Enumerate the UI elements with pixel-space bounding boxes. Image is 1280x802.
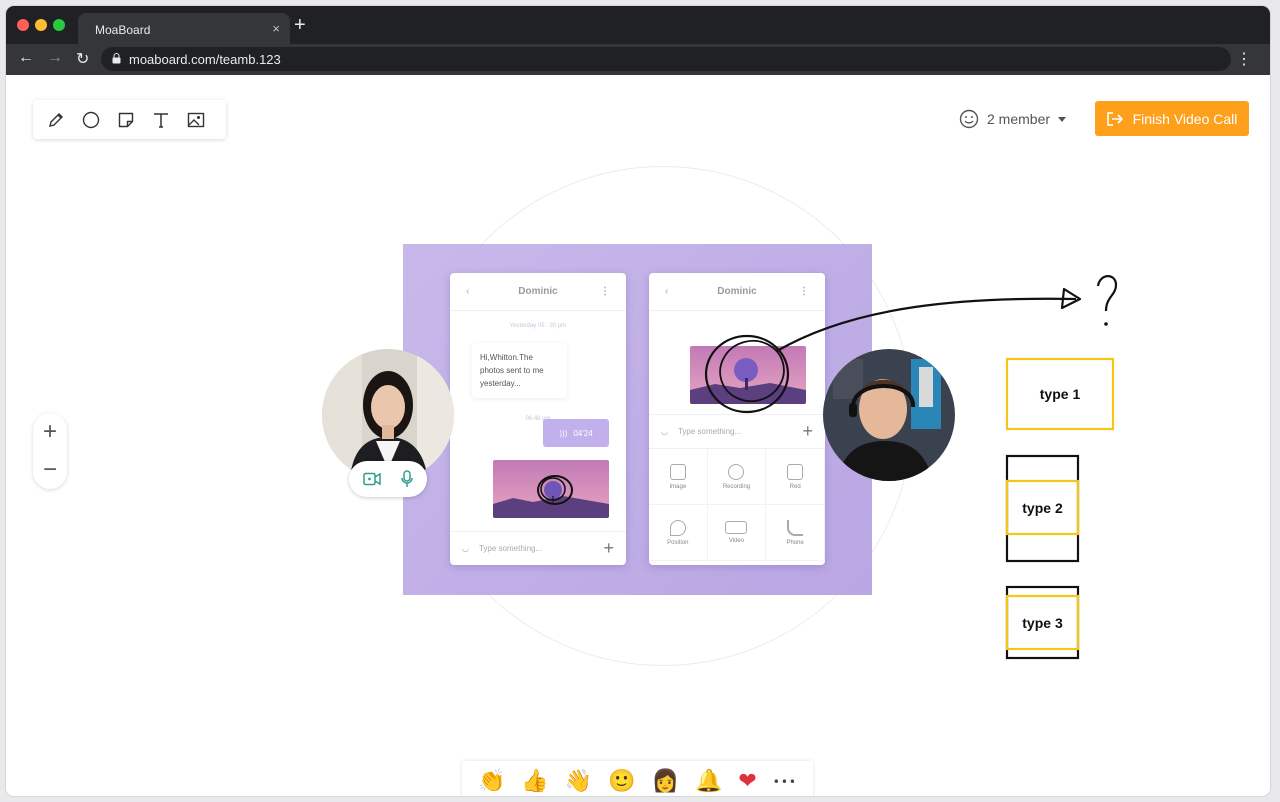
type1-label[interactable]: type 1 <box>1007 359 1113 429</box>
type3-label[interactable]: type 3 <box>1007 596 1078 649</box>
browser-tab[interactable]: MoaBoard × <box>78 13 290 44</box>
waving-hand-icon[interactable]: 👋 <box>565 771 592 793</box>
heart-icon[interactable]: ❤ <box>738 771 756 793</box>
new-tab-button[interactable]: + <box>294 15 306 35</box>
close-window-button[interactable] <box>17 19 29 31</box>
url-field[interactable]: moaboard.com/teamb.123 <box>101 47 1231 71</box>
type2-label[interactable]: type 2 <box>1007 481 1078 534</box>
woman-icon[interactable]: 👩 <box>652 771 679 793</box>
maximize-window-button[interactable] <box>53 19 65 31</box>
participant-video-man[interactable] <box>823 349 955 481</box>
reaction-bar: 👏 👍 👋 🙂 👩 🔔 ❤ ••• <box>462 761 813 796</box>
ink-arrow <box>776 297 1077 352</box>
video-controls <box>349 461 427 497</box>
back-arrow-icon[interactable]: ← <box>18 49 34 67</box>
whiteboard-canvas[interactable]: 2 member Finish Video Call + − ‹ Dominic… <box>6 75 1270 796</box>
more-reactions-icon[interactable]: ••• <box>773 771 797 793</box>
browser-menu-icon[interactable]: ⋮ <box>1236 49 1252 69</box>
ink-annotations <box>704 275 1118 660</box>
url-text: moaboard.com/teamb.123 <box>129 52 281 67</box>
thumbs-up-icon[interactable]: 👍 <box>521 771 548 793</box>
ink-question-mark <box>1096 275 1118 312</box>
video-camera-icon[interactable] <box>363 472 381 486</box>
reload-icon[interactable]: ↻ <box>76 49 89 69</box>
tab-title: MoaBoard <box>95 23 151 37</box>
ink-dot <box>1104 322 1108 326</box>
clapping-hands-icon[interactable]: 👏 <box>478 771 505 793</box>
microphone-icon[interactable] <box>401 470 413 488</box>
browser-window: MoaBoard × + ← → ↻ moaboard.com/teamb.12… <box>6 6 1270 796</box>
forward-arrow-icon[interactable]: → <box>47 49 63 67</box>
party-horn-icon[interactable]: 🔔 <box>695 771 722 793</box>
address-bar: ← → ↻ moaboard.com/teamb.123 ⋮ <box>6 44 1270 75</box>
smiling-face-icon[interactable]: 🙂 <box>608 771 635 793</box>
minimize-window-button[interactable] <box>35 19 47 31</box>
tab-close-icon[interactable]: × <box>272 21 280 36</box>
tab-bar: MoaBoard × + <box>6 6 1270 44</box>
lock-icon <box>112 53 121 64</box>
